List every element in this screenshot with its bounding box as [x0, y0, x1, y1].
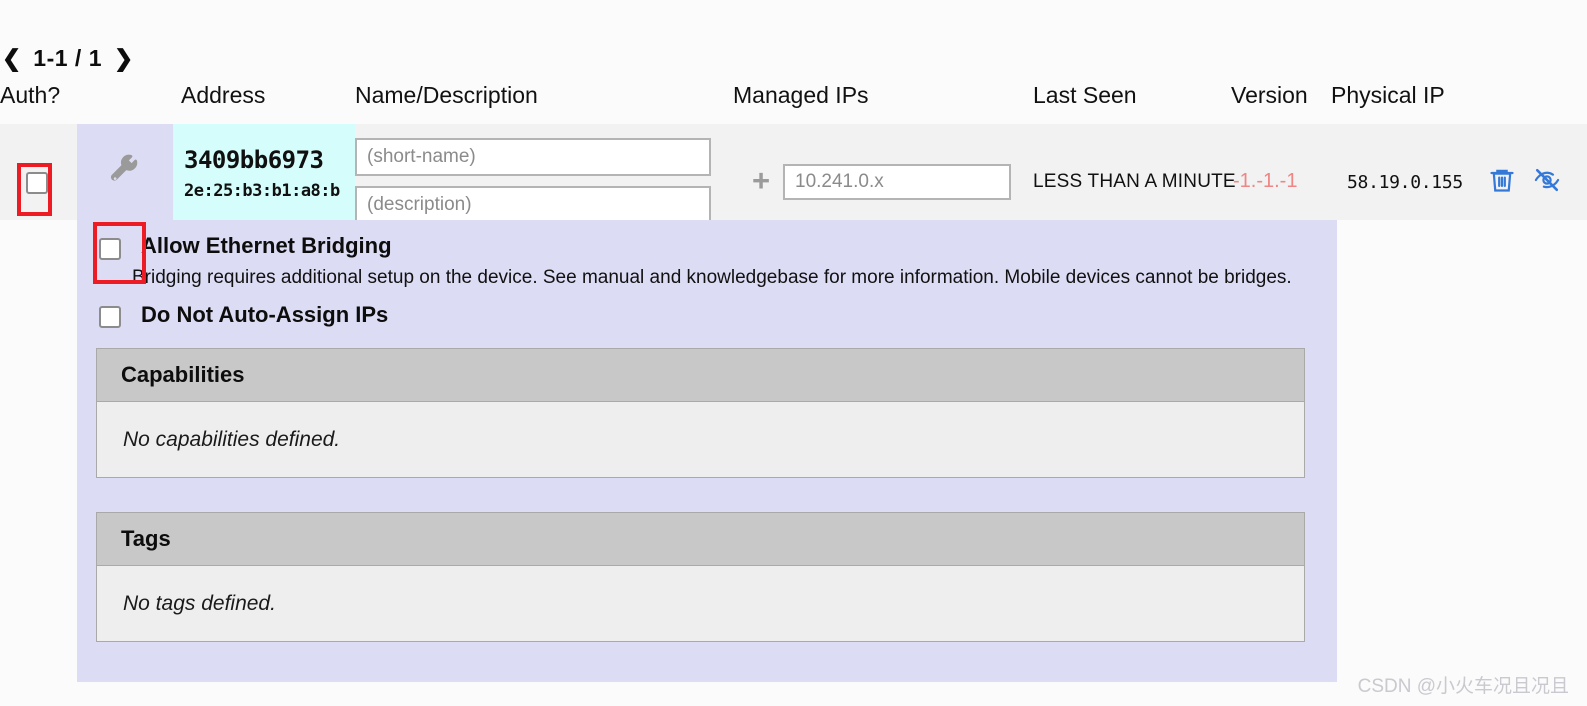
table-header-row: Auth? Address Name/Description Managed I… [0, 82, 1587, 124]
chevron-left-icon[interactable]: ❮ [0, 46, 23, 70]
physical-ip-value: 58.19.0.155 [1347, 172, 1463, 193]
do-not-auto-assign-ips-checkbox[interactable] [99, 306, 121, 328]
settings-cell [77, 124, 173, 220]
mac-address: 2e:25:b3:b1:a8:b [184, 181, 340, 201]
capabilities-section: Capabilities No capabilities defined. [96, 348, 1305, 478]
capabilities-title: Capabilities [97, 349, 1304, 402]
tags-empty-text: No tags defined. [97, 566, 1304, 641]
allow-ethernet-bridging-help-text: Bridging requires additional setup on th… [132, 267, 1292, 288]
page-range-label: 1-1 / 1 [33, 44, 102, 71]
description-input[interactable] [355, 186, 711, 224]
watermark: CSDN @小火车况且况且 [1357, 676, 1569, 697]
column-header-name-description: Name/Description [355, 82, 538, 108]
node-id: 3409bb6973 [184, 146, 324, 174]
wrench-icon[interactable] [109, 154, 141, 191]
eye-off-icon[interactable] [1532, 166, 1562, 199]
do-not-auto-assign-ips-label: Do Not Auto-Assign IPs [141, 302, 389, 327]
column-header-address: Address [181, 82, 266, 108]
auth-checkbox[interactable] [26, 172, 48, 194]
tags-title: Tags [97, 513, 1304, 566]
version-value: -1.-1.-1 [1233, 170, 1298, 192]
column-header-managed-ips: Managed IPs [733, 82, 869, 108]
chevron-right-icon[interactable]: ❯ [112, 46, 135, 70]
column-header-version: Version [1231, 82, 1308, 108]
member-detail-panel: Allow Ethernet Bridging Bridging require… [77, 220, 1337, 682]
column-header-auth: Auth? [0, 82, 61, 108]
address-cell: 3409bb6973 2e:25:b3:b1:a8:b [173, 124, 355, 220]
plus-icon[interactable]: + [752, 165, 770, 196]
last-seen-value: LESS THAN A MINUTE [1033, 171, 1236, 192]
short-name-input[interactable] [355, 138, 711, 176]
trash-icon[interactable] [1488, 165, 1516, 200]
allow-ethernet-bridging-label: Allow Ethernet Bridging [141, 233, 392, 258]
column-header-physical-ip: Physical IP [1331, 82, 1445, 108]
tags-section: Tags No tags defined. [96, 512, 1305, 642]
capabilities-empty-text: No capabilities defined. [97, 402, 1304, 477]
managed-ip-input[interactable] [783, 164, 1011, 200]
column-header-last-seen: Last Seen [1033, 82, 1137, 108]
pagination-control: ❮ 1-1 / 1 ❯ [0, 40, 135, 76]
allow-ethernet-bridging-checkbox[interactable] [99, 238, 121, 260]
